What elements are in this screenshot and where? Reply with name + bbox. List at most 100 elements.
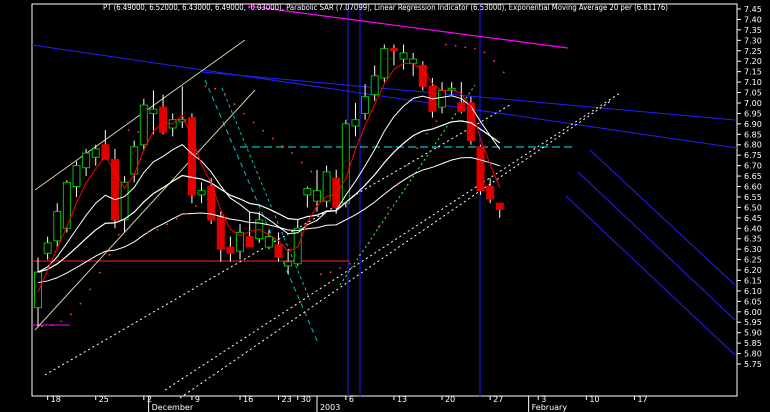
magenta-trend-line xyxy=(247,5,569,49)
y-tick-label: 5.95 xyxy=(744,318,762,327)
x-tick-label: 20 xyxy=(445,395,455,404)
y-tick-label: 7.40 xyxy=(744,15,762,24)
sar-dot xyxy=(320,273,322,276)
sar-dot xyxy=(406,164,409,167)
x-tick-label: 6 xyxy=(349,395,354,404)
sar-dot xyxy=(223,93,226,95)
candle-body xyxy=(139,104,148,146)
candle-body xyxy=(91,148,100,158)
sar-dot xyxy=(252,121,255,124)
sar-dot xyxy=(108,253,111,256)
sar-dot xyxy=(358,254,361,257)
sar-dot xyxy=(271,137,274,140)
y-tick-label: 6.20 xyxy=(744,266,762,275)
sar-dot xyxy=(416,147,419,150)
sar-dot xyxy=(445,43,447,46)
candle-body xyxy=(370,75,379,96)
y-tick-label: 5.90 xyxy=(744,329,762,338)
sar-dot xyxy=(339,266,342,269)
sar-dot xyxy=(79,302,82,305)
sar-dot xyxy=(262,129,265,132)
y-tick-label: 6.85 xyxy=(744,130,762,139)
sar-dot xyxy=(137,131,140,134)
sar-dot xyxy=(166,223,168,226)
candle-body xyxy=(457,102,466,112)
candle-body xyxy=(438,89,447,108)
chart-window: 7.45 7.40 7.35 7.30 7.25 7.20 7.15 7.10 7.05 7.00… xyxy=(0,0,770,412)
candle-body xyxy=(274,244,283,258)
month-label: February xyxy=(532,403,568,412)
sar-dot xyxy=(204,85,207,88)
y-tick-label: 6.75 xyxy=(744,151,762,160)
y-tick-label: 5.80 xyxy=(744,350,762,359)
sar-dot xyxy=(214,87,217,90)
y-tick-label: 6.70 xyxy=(744,162,762,171)
y-tick-label: 7.15 xyxy=(744,68,762,77)
x-tick-label: 17 xyxy=(637,395,647,404)
sar-dot xyxy=(175,217,178,220)
x-tick-label: 10 xyxy=(589,395,599,404)
sar-dot xyxy=(69,313,72,316)
candle-body xyxy=(264,236,273,248)
sar-dot xyxy=(300,161,303,164)
y-tick-label: 6.15 xyxy=(744,276,762,285)
sar-dot xyxy=(377,226,380,228)
x-tick-label: 16 xyxy=(243,395,253,404)
candle-body xyxy=(389,48,398,52)
sar-dot xyxy=(387,206,390,209)
candle-body xyxy=(351,119,360,127)
y-tick-label: 5.75 xyxy=(744,360,762,369)
chart-title: PT (6.49000, 6.52000, 6.43000, 6.49000, … xyxy=(103,3,668,12)
y-tick-label: 7.30 xyxy=(744,36,762,45)
x-tick-label: 9 xyxy=(195,395,200,404)
sar-dot xyxy=(291,152,294,154)
candle-body xyxy=(312,190,321,202)
candle-body xyxy=(409,58,418,64)
sar-dot xyxy=(127,129,130,132)
sar-dot xyxy=(493,60,496,62)
sar-dot xyxy=(435,120,438,123)
y-tick-label: 6.65 xyxy=(744,172,762,181)
cyan-diagonal-line-2 xyxy=(221,87,311,301)
sar-dot xyxy=(310,170,313,173)
candle-body xyxy=(216,215,225,250)
y-tick-label: 6.05 xyxy=(744,297,762,306)
y-tick-label: 6.25 xyxy=(744,256,762,265)
y-tick-label: 6.60 xyxy=(744,183,762,192)
sar-dot xyxy=(425,132,428,135)
x-tick-label: 25 xyxy=(99,395,109,404)
blue-channel-lower xyxy=(565,195,736,356)
y-tick-label: 6.95 xyxy=(744,109,762,118)
dotted-fan-line xyxy=(179,99,613,399)
x-tick-label: 18 xyxy=(51,395,61,404)
x-tick-label: 23 xyxy=(282,395,292,404)
candle-body xyxy=(197,190,206,196)
sar-dot xyxy=(483,51,486,54)
candle-body xyxy=(476,146,485,192)
sar-dot xyxy=(89,288,91,291)
sar-dot xyxy=(281,145,284,147)
y-tick-label: 6.40 xyxy=(744,224,762,233)
y-tick-label: 6.80 xyxy=(744,141,762,150)
y-tick-label: 5.85 xyxy=(744,339,762,348)
sar-dot xyxy=(233,103,236,105)
candle-body xyxy=(495,202,504,210)
y-tick-label: 6.45 xyxy=(744,214,762,223)
sar-dot xyxy=(502,71,505,74)
y-tick-label: 7.25 xyxy=(744,47,762,56)
y-tick-label: 7.35 xyxy=(744,26,762,35)
sar-dot xyxy=(50,324,53,326)
candle-body xyxy=(284,261,293,267)
sar-dot xyxy=(464,46,467,49)
candle-body xyxy=(53,211,62,242)
candle-body xyxy=(245,236,254,248)
y-tick-label: 6.90 xyxy=(744,120,762,129)
sar-dot xyxy=(397,183,399,186)
candle-body xyxy=(159,106,168,133)
sar-dot xyxy=(243,112,245,115)
month-label: 2003 xyxy=(320,403,340,412)
y-tick-label: 6.55 xyxy=(744,193,762,202)
sar-dot xyxy=(118,233,120,236)
y-tick-label: 7.20 xyxy=(744,57,762,66)
dotted-fan-line xyxy=(164,92,621,391)
